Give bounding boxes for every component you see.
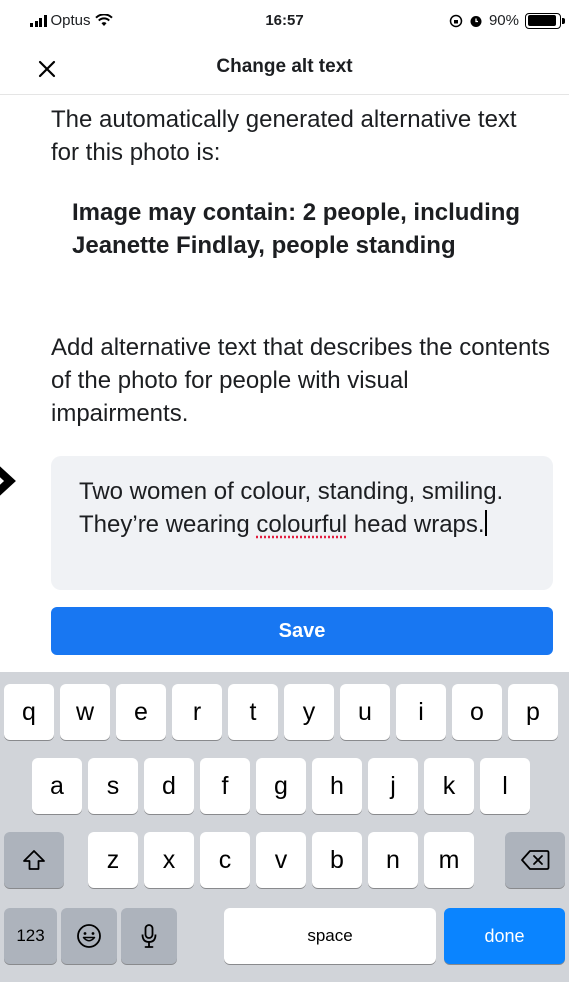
intro-text: The automatically generated alternative … <box>51 106 517 166</box>
key-u[interactable]: u <box>340 684 390 740</box>
key-w[interactable]: w <box>60 684 110 740</box>
key-y[interactable]: y <box>284 684 334 740</box>
status-bar: Optus 16:57 90% <box>0 0 569 44</box>
misspelled-word: colourful <box>256 511 348 538</box>
key-d[interactable]: d <box>144 758 194 814</box>
key-a[interactable]: a <box>32 758 82 814</box>
emoji-key[interactable] <box>61 908 117 964</box>
key-v[interactable]: v <box>256 832 306 888</box>
key-t[interactable]: t <box>228 684 278 740</box>
shift-icon <box>23 850 45 870</box>
key-r[interactable]: r <box>172 684 222 740</box>
key-k[interactable]: k <box>424 758 474 814</box>
space-key[interactable]: space <box>224 908 436 964</box>
text-cursor <box>484 510 487 536</box>
alarm-icon <box>470 15 482 27</box>
save-label: Save <box>278 619 326 642</box>
backspace-key[interactable] <box>505 832 565 888</box>
generated-alt-text: Image may contain: 2 people, including J… <box>72 199 521 259</box>
key-b[interactable]: b <box>312 832 362 888</box>
key-j[interactable]: j <box>368 758 418 814</box>
battery-icon <box>525 12 565 29</box>
numbers-key[interactable]: 123 <box>4 908 57 964</box>
alt-text-part2: head wraps. <box>347 511 485 538</box>
onscreen-keyboard: q w e r t y u i o p a s d f g h j k l z … <box>0 672 569 982</box>
key-g[interactable]: g <box>256 758 306 814</box>
alt-text-input[interactable]: Two women of colour, standing, smiling. … <box>51 456 553 590</box>
page-title: Change alt text <box>216 56 353 77</box>
key-x[interactable]: x <box>144 832 194 888</box>
save-button[interactable]: Save <box>51 607 553 655</box>
key-h[interactable]: h <box>312 758 362 814</box>
backspace-icon <box>521 850 550 870</box>
key-m[interactable]: m <box>424 832 474 888</box>
key-s[interactable]: s <box>88 758 138 814</box>
key-z[interactable]: z <box>88 832 138 888</box>
done-key[interactable]: done <box>444 908 565 964</box>
key-l[interactable]: l <box>480 758 530 814</box>
orientation-lock-icon <box>449 14 463 27</box>
key-o[interactable]: o <box>452 684 502 740</box>
key-q[interactable]: q <box>4 684 54 740</box>
key-i[interactable]: i <box>396 684 446 740</box>
nav-header: Change alt text <box>0 44 569 95</box>
dictation-key[interactable] <box>121 908 177 964</box>
key-n[interactable]: n <box>368 832 418 888</box>
key-c[interactable]: c <box>200 832 250 888</box>
key-p[interactable]: p <box>508 684 558 740</box>
instructions-text: Add alternative text that describes the … <box>51 334 550 427</box>
emoji-icon <box>77 924 101 948</box>
battery-percent: 90% <box>488 12 519 29</box>
arrow-right-icon <box>0 466 16 496</box>
key-f[interactable]: f <box>200 758 250 814</box>
shift-key[interactable] <box>4 832 64 888</box>
key-e[interactable]: e <box>116 684 166 740</box>
microphone-icon <box>141 924 157 948</box>
